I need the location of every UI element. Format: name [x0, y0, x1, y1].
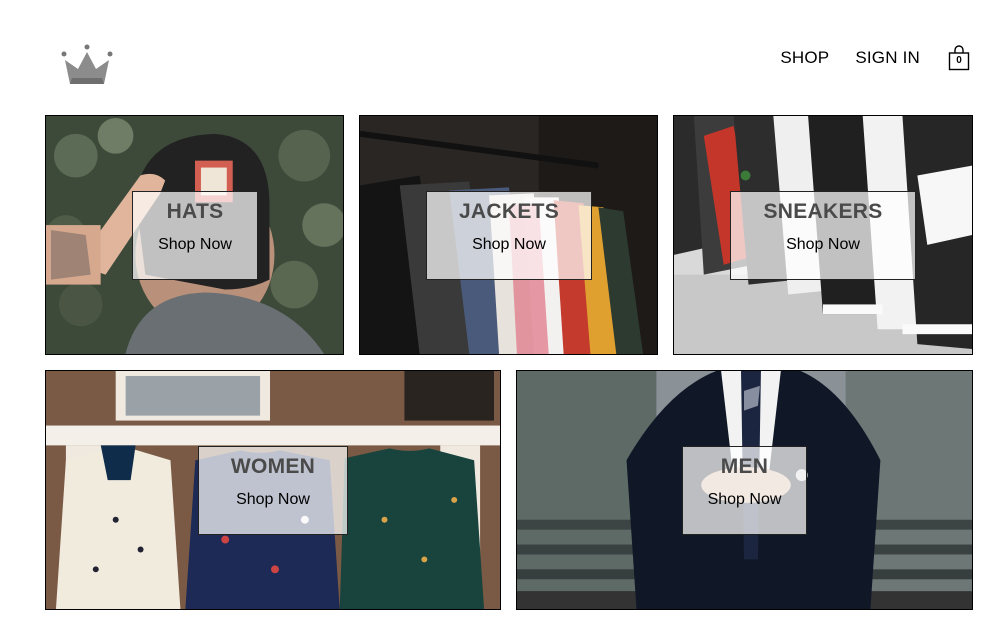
category-tile-jackets[interactable]: JACKETS Shop Now: [359, 115, 658, 355]
shopping-bag-icon[interactable]: 0: [948, 45, 970, 71]
category-tile-sneakers[interactable]: SNEAKERS Shop Now: [673, 115, 973, 355]
category-label-box: WOMEN Shop Now: [198, 446, 348, 535]
cart-count: 0: [956, 55, 962, 66]
category-tile-hats[interactable]: HATS Shop Now: [45, 115, 344, 355]
category-label-box: JACKETS Shop Now: [426, 191, 592, 280]
category-tile-women[interactable]: WOMEN Shop Now: [45, 370, 501, 610]
shop-now-link[interactable]: Shop Now: [199, 491, 347, 509]
shop-now-link[interactable]: Shop Now: [427, 236, 591, 254]
shop-now-link[interactable]: Shop Now: [683, 491, 806, 509]
category-title: SNEAKERS: [763, 200, 883, 223]
category-title: WOMEN: [230, 455, 316, 478]
crown-icon[interactable]: [60, 42, 114, 88]
category-title: HATS: [166, 200, 224, 223]
shop-now-link[interactable]: Shop Now: [731, 236, 915, 254]
category-tile-men[interactable]: MEN Shop Now: [516, 370, 973, 610]
shop-now-link[interactable]: Shop Now: [133, 236, 257, 254]
category-label-box: HATS Shop Now: [132, 191, 258, 280]
main-nav: SHOP SIGN IN 0: [780, 45, 970, 71]
category-title: JACKETS: [458, 200, 560, 223]
category-label-box: SNEAKERS Shop Now: [730, 191, 916, 280]
category-title: MEN: [720, 455, 769, 478]
nav-shop-link[interactable]: SHOP: [780, 48, 829, 68]
header: SHOP SIGN IN 0: [0, 0, 1004, 110]
nav-sign-in-link[interactable]: SIGN IN: [855, 48, 920, 68]
category-label-box: MEN Shop Now: [682, 446, 807, 535]
